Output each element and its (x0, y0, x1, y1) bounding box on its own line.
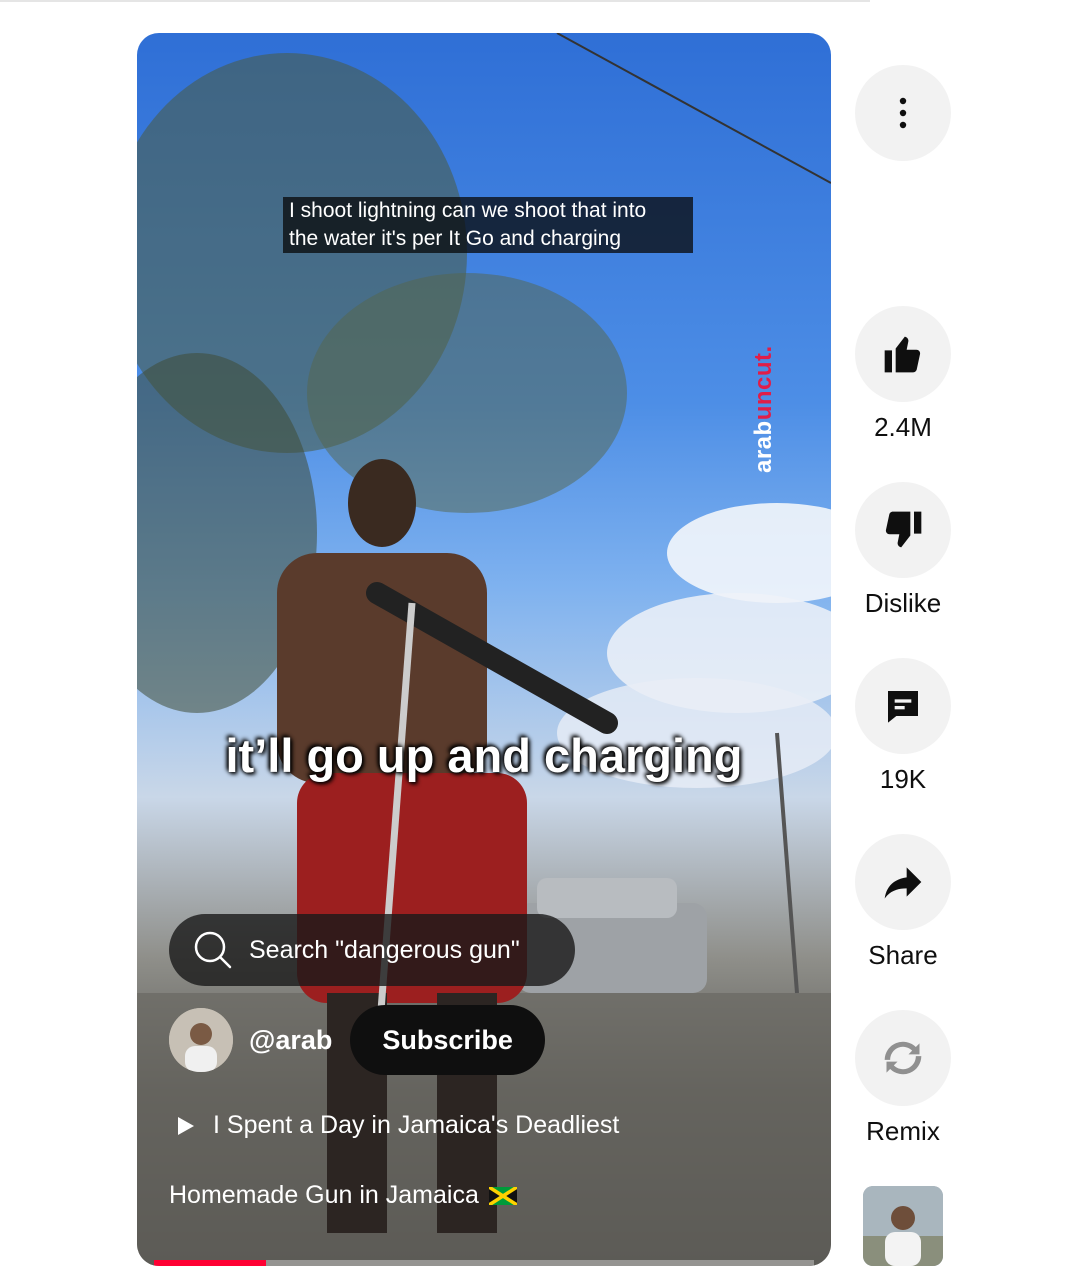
more-actions (855, 65, 951, 161)
remix-icon (884, 1041, 922, 1075)
remix-label: Remix (866, 1116, 940, 1146)
related-video-link[interactable]: I Spent a Day in Jamaica's Deadliest (175, 1111, 619, 1140)
dislike-button[interactable] (855, 482, 951, 578)
watermark-text-b: uncut. (750, 345, 777, 421)
remix-action: Remix (855, 1010, 951, 1147)
comment-action: 19K (855, 658, 951, 795)
channel-handle[interactable]: @arab (249, 1025, 332, 1056)
sound-thumbnail[interactable] (863, 1186, 943, 1266)
share-button[interactable] (855, 834, 951, 930)
share-icon (884, 867, 922, 899)
channel-watermark: arabuncut. (750, 345, 778, 473)
share-label: Share (868, 940, 938, 970)
shorts-video-player[interactable]: I shoot lightning can we shoot that into… (137, 33, 831, 1266)
video-title-text: Homemade Gun in Jamaica (169, 1181, 479, 1209)
sound-thumbnail-image (863, 1186, 943, 1266)
more-vert-icon (899, 97, 907, 129)
burned-in-subtitle: it’ll go up and charging (225, 729, 743, 782)
search-suggestion-label: Search "dangerous gun" (249, 935, 520, 964)
video-progress-bar[interactable] (154, 1260, 814, 1266)
related-video-title: I Spent a Day in Jamaica's Deadliest (213, 1111, 620, 1139)
video-progress-fill (154, 1260, 267, 1266)
video-title[interactable]: Homemade Gun in Jamaica (169, 1181, 517, 1210)
dislike-label: Dislike (864, 588, 942, 618)
share-action: Share (855, 834, 951, 971)
more-button[interactable] (855, 65, 951, 161)
dislike-action: Dislike (855, 482, 951, 619)
top-loading-bar (0, 0, 870, 2)
search-icon (194, 931, 232, 969)
like-action: 2.4M (855, 306, 951, 443)
closed-caption: I shoot lightning can we shoot that into… (283, 197, 693, 253)
thumb-up-icon (884, 336, 921, 373)
comment-icon (888, 691, 918, 723)
avatar-image (169, 1008, 233, 1072)
remix-button[interactable] (855, 1010, 951, 1106)
suggested-search-pill[interactable]: Search "dangerous gun" (169, 914, 575, 986)
play-icon (178, 1116, 194, 1135)
watermark-text-a: arab (750, 420, 777, 473)
like-button[interactable] (855, 306, 951, 402)
like-count: 2.4M (874, 412, 932, 442)
subscribe-button[interactable]: Subscribe (350, 1005, 545, 1075)
jamaica-flag-icon (488, 1186, 517, 1205)
channel-row: @arab Subscribe (169, 1005, 545, 1075)
comment-button[interactable] (855, 658, 951, 754)
thumb-down-icon (885, 511, 922, 548)
channel-avatar[interactable] (169, 1008, 233, 1072)
comment-count: 19K (879, 764, 927, 794)
